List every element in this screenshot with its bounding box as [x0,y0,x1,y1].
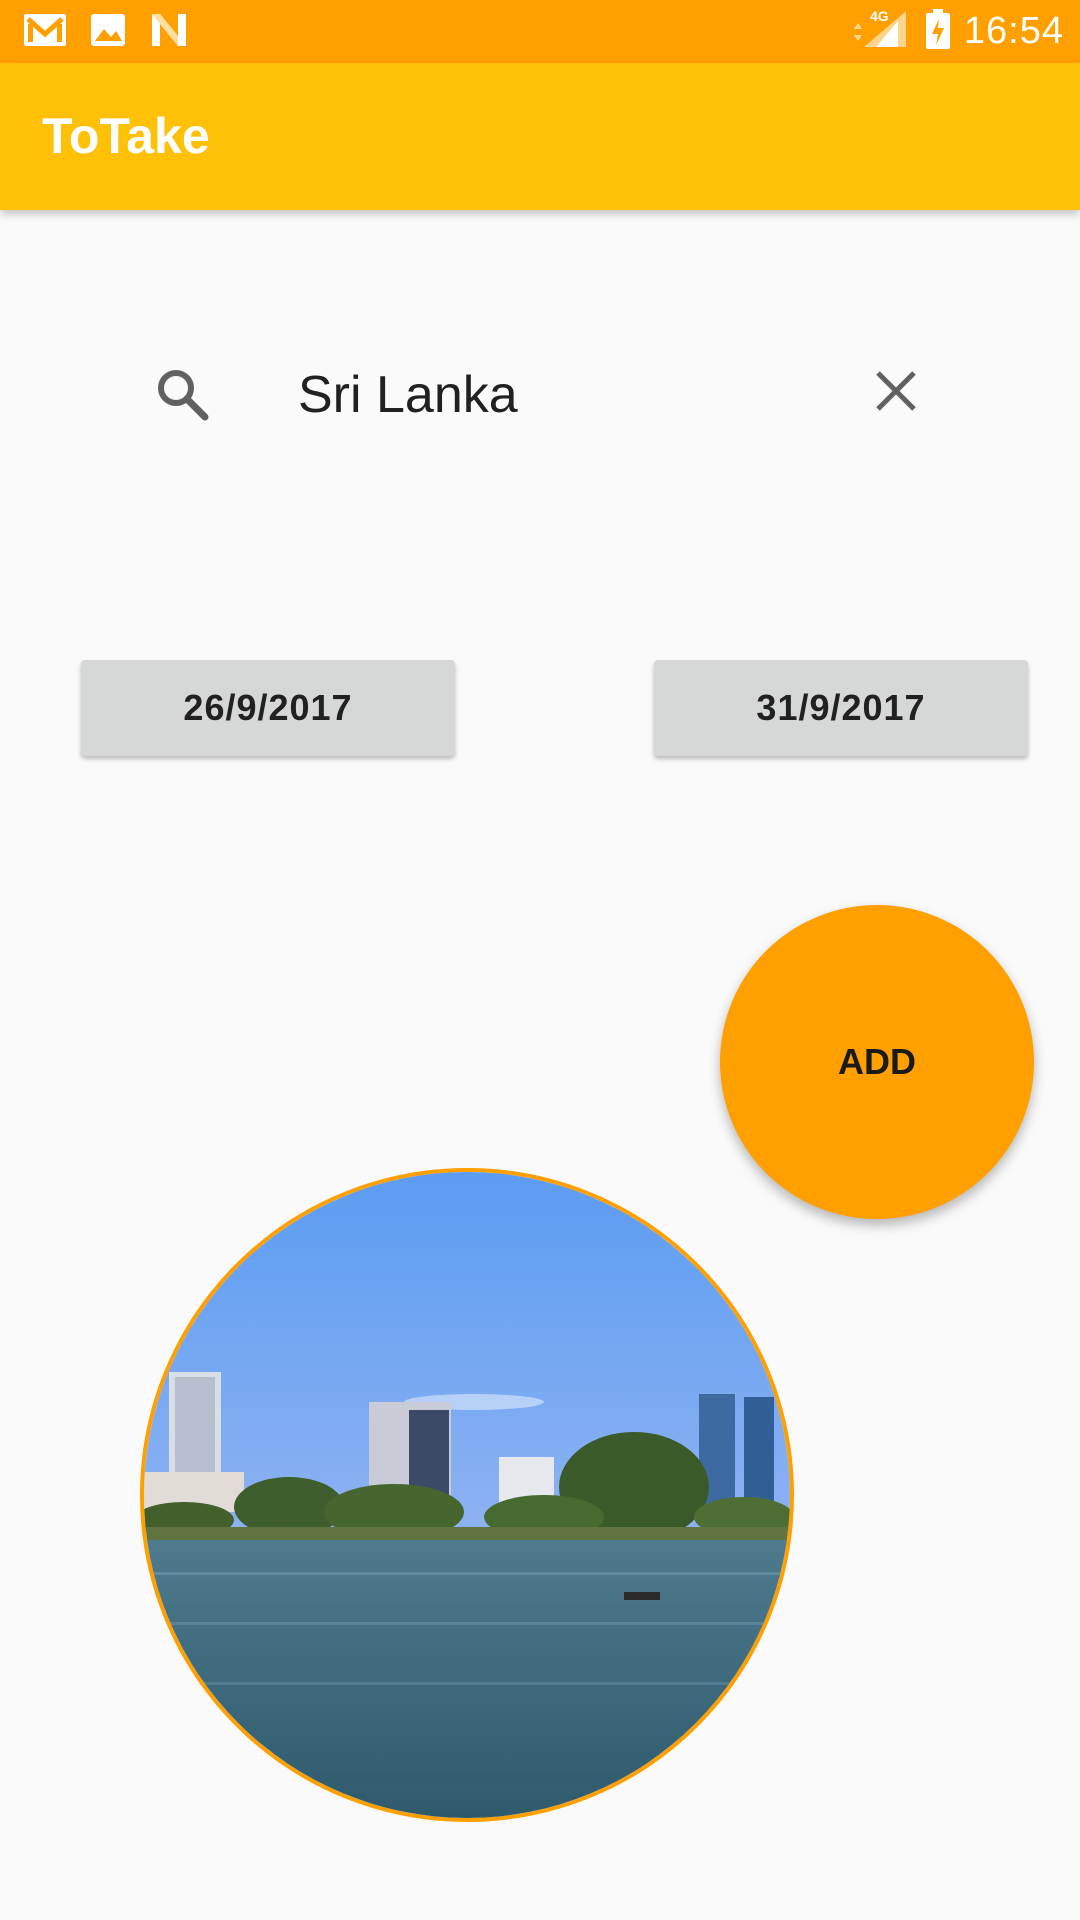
start-date-button[interactable]: 26/9/2017 [81,660,455,756]
app-bar: ToTake [0,63,1080,210]
destination-photo [140,1168,794,1822]
notification-icons [22,10,190,54]
gmail-icon [22,10,68,55]
image-icon [88,10,128,55]
clock: 16:54 [963,10,1064,52]
end-date-button[interactable]: 31/9/2017 [654,660,1028,756]
n-logo-icon [148,10,190,55]
system-icons: 4G 16:54 [852,0,1064,63]
close-icon[interactable] [870,365,922,417]
search-icon[interactable] [153,365,213,425]
status-bar: 4G 16:54 [0,0,1080,63]
add-button[interactable]: ADD [720,905,1034,1219]
battery-charging-icon [924,7,952,56]
app-title: ToTake [42,108,210,164]
search-bar: Sri Lanka [0,330,1080,460]
network-type-label: 4G [870,8,889,24]
signal-icon: 4G [852,7,912,56]
search-input[interactable]: Sri Lanka [298,360,518,430]
